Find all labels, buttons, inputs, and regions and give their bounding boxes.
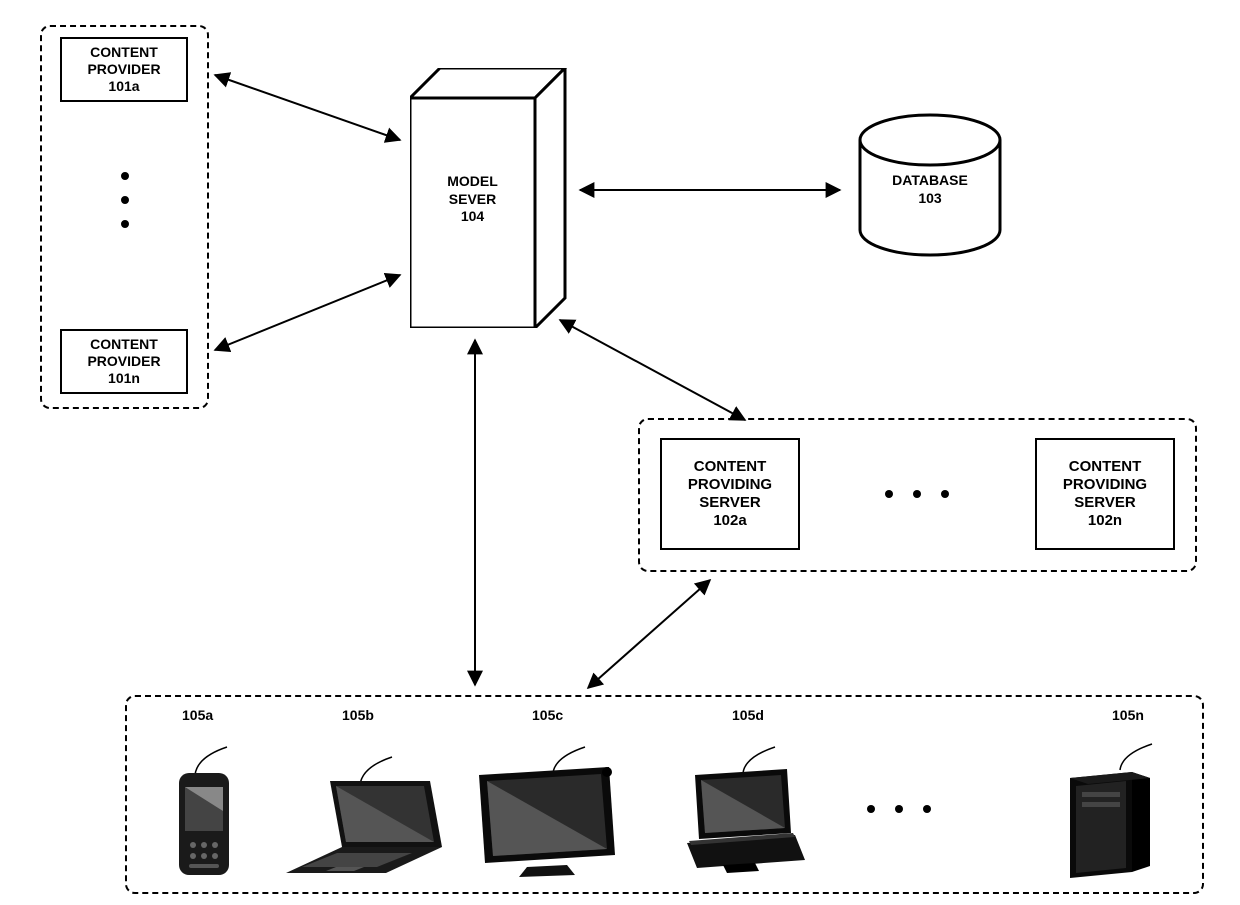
- content-provider-n-l1: CONTENT: [66, 336, 182, 353]
- cps-ellipsis: [885, 490, 949, 498]
- content-provider-a-l2: PROVIDER: [66, 61, 182, 78]
- cps-a-ref: 102a: [666, 512, 794, 530]
- devices-ellipsis: [867, 805, 931, 813]
- model-server-ref: 104: [410, 208, 535, 226]
- tower-icon: [1052, 742, 1162, 882]
- cps-a-l3: SERVER: [666, 494, 794, 512]
- content-provider-n-l2: PROVIDER: [66, 353, 182, 370]
- device-n-ref: 105n: [1112, 707, 1144, 723]
- devices-group: 105a 105b 105c: [125, 695, 1204, 894]
- content-provider-a-l1: CONTENT: [66, 44, 182, 61]
- database-label: DATABASE: [850, 172, 1010, 190]
- content-providers-group: CONTENT PROVIDER 101a CONTENT PROVIDER 1…: [40, 25, 209, 409]
- content-provider-n: CONTENT PROVIDER 101n: [60, 329, 188, 394]
- device-a-ref: 105a: [182, 707, 213, 723]
- cps-n-ref: 102n: [1041, 512, 1169, 530]
- architecture-diagram: CONTENT PROVIDER 101a CONTENT PROVIDER 1…: [0, 0, 1240, 905]
- cps-a-l2: PROVIDING: [666, 476, 794, 494]
- desktop-icon: [667, 745, 817, 880]
- database: DATABASE 103: [850, 110, 1010, 263]
- database-ref: 103: [850, 190, 1010, 208]
- device-d-ref: 105d: [732, 707, 764, 723]
- cps-n-l2: PROVIDING: [1041, 476, 1169, 494]
- model-server: MODEL SEVER 104: [410, 68, 580, 331]
- model-server-l2: SEVER: [410, 191, 535, 209]
- phone-icon: [167, 745, 242, 880]
- content-providing-server-n: CONTENT PROVIDING SERVER 102n: [1035, 438, 1175, 550]
- content-providing-server-a: CONTENT PROVIDING SERVER 102a: [660, 438, 800, 550]
- laptop-icon: [282, 755, 447, 875]
- content-providing-servers-group: CONTENT PROVIDING SERVER 102a CONTENT PR…: [638, 418, 1197, 572]
- content-provider-a: CONTENT PROVIDER 101a: [60, 37, 188, 102]
- content-provider-n-ref: 101n: [66, 370, 182, 387]
- content-provider-a-ref: 101a: [66, 78, 182, 95]
- content-providers-ellipsis: [120, 172, 130, 228]
- model-server-l1: MODEL: [410, 173, 535, 191]
- cps-a-l1: CONTENT: [666, 458, 794, 476]
- device-b-ref: 105b: [342, 707, 374, 723]
- monitor-icon: [467, 745, 627, 880]
- device-c-ref: 105c: [532, 707, 563, 723]
- cps-n-l1: CONTENT: [1041, 458, 1169, 476]
- cps-n-l3: SERVER: [1041, 494, 1169, 512]
